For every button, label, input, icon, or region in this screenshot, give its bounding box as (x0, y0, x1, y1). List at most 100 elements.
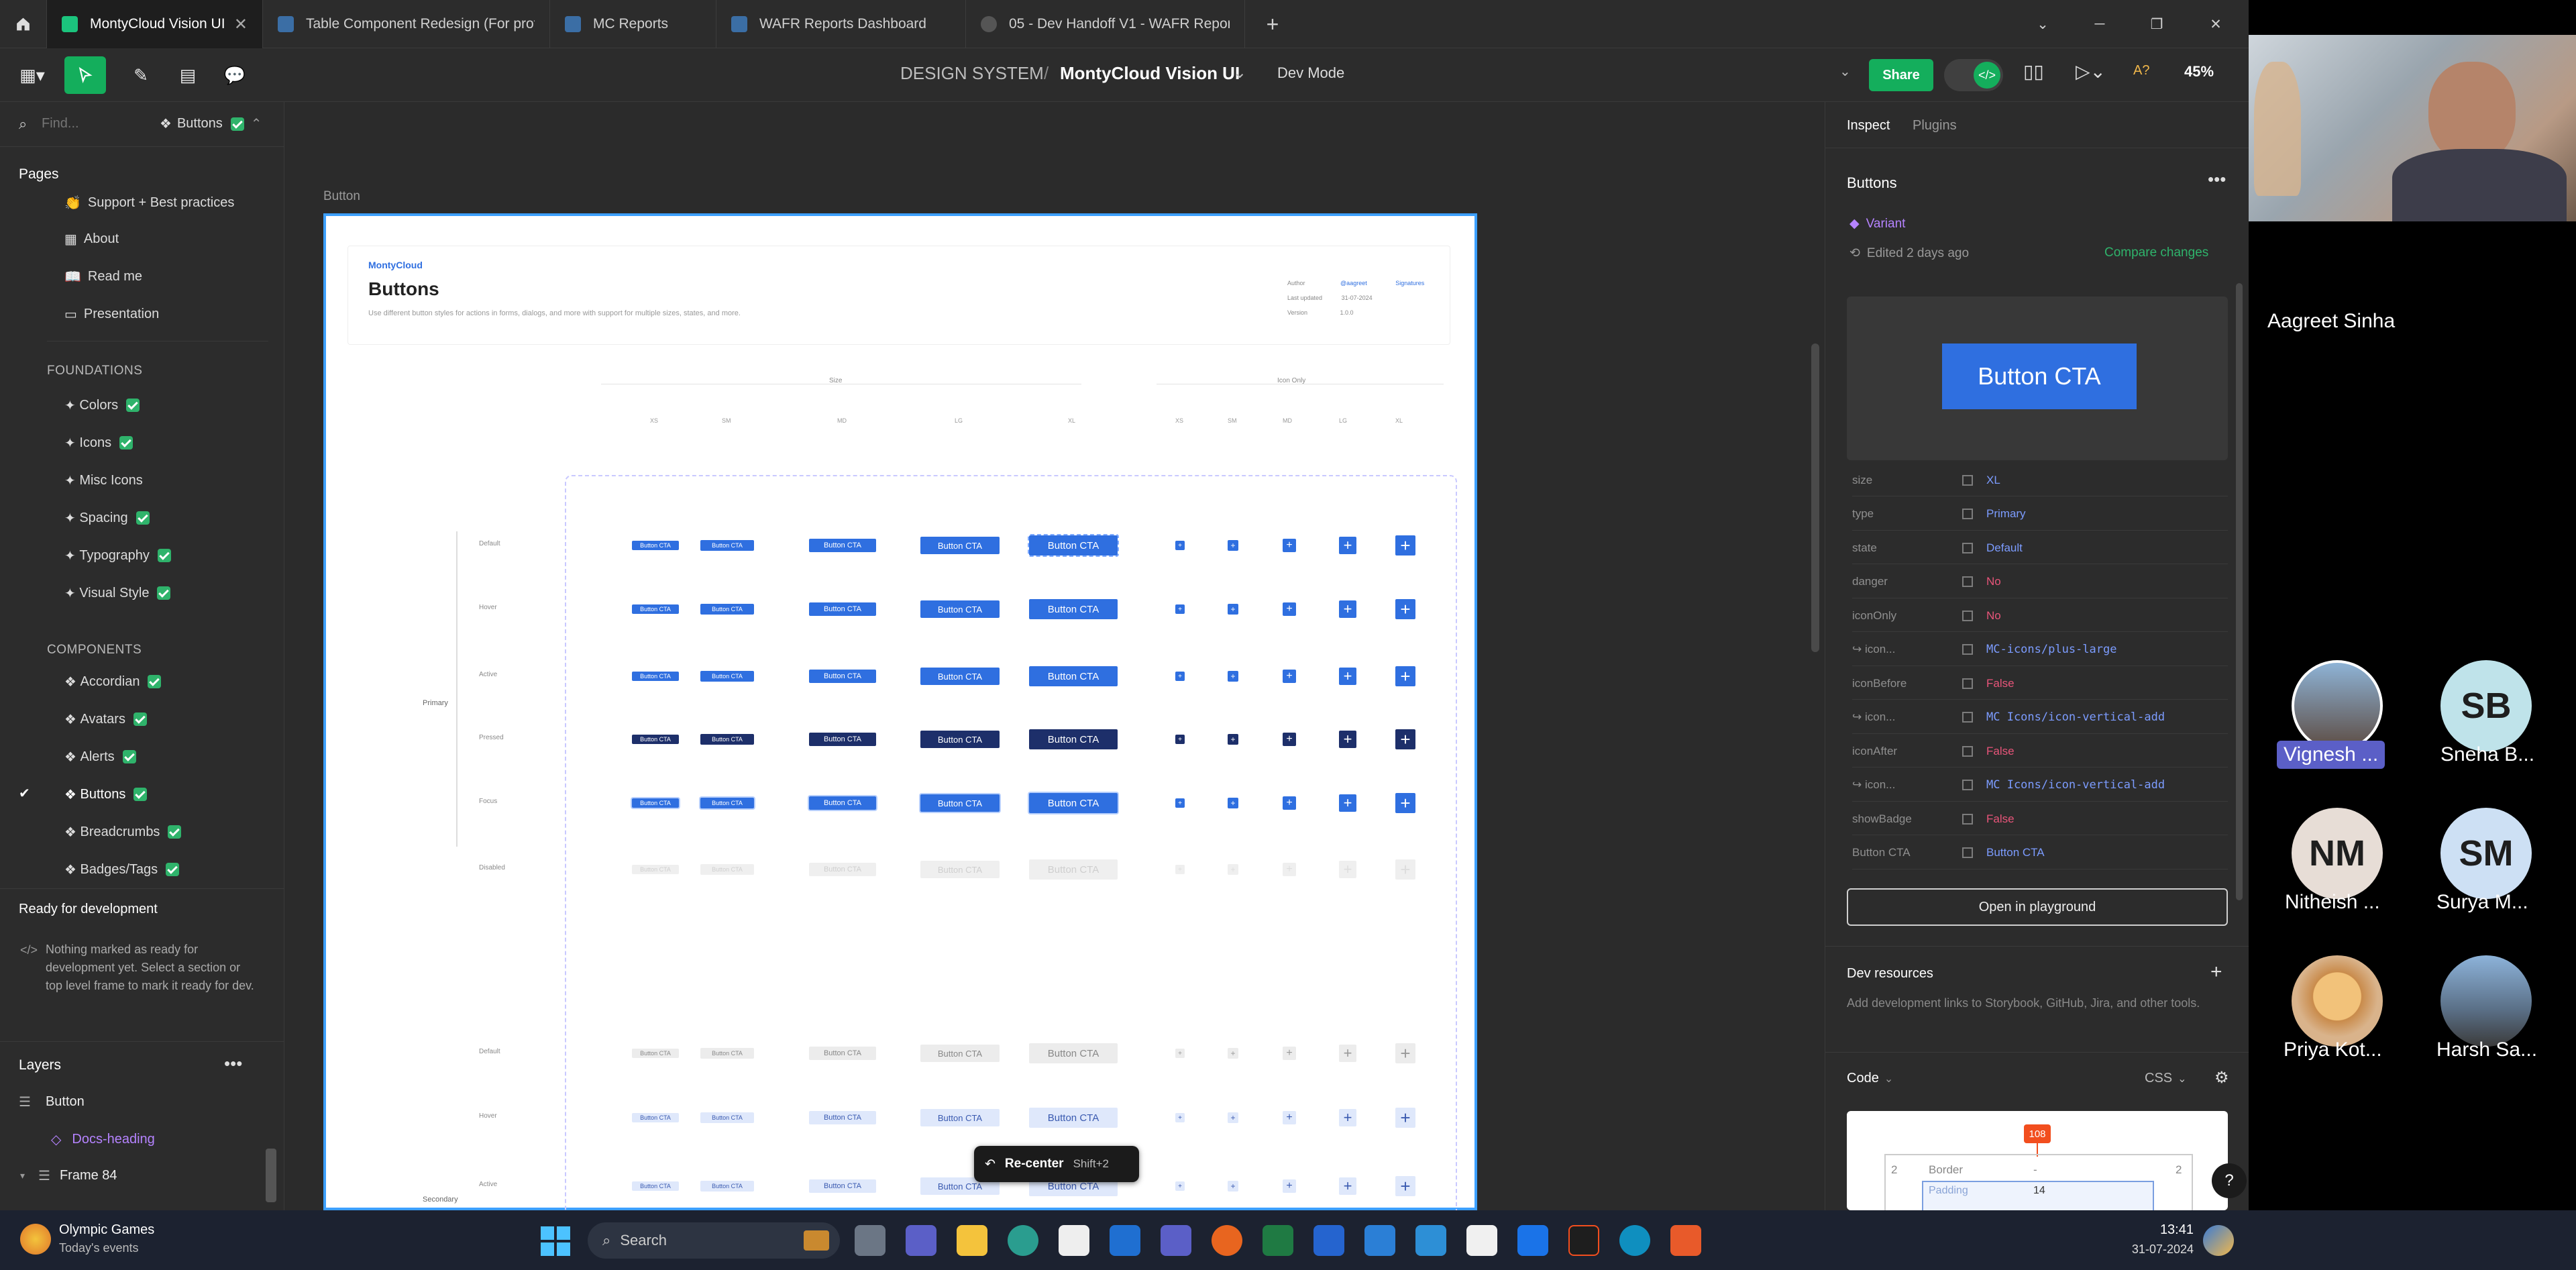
button-primary-hover-sm[interactable]: Button CTA (700, 604, 754, 615)
button-secondary-default-sm[interactable]: Button CTA (700, 1048, 754, 1059)
button-primary-active-xl[interactable]: Button CTA (1029, 666, 1118, 686)
property-row[interactable]: state Default (1852, 532, 2228, 564)
plus-icon[interactable]: + (1175, 735, 1185, 744)
button-secondary-active-sm[interactable]: Button CTA (700, 1181, 754, 1192)
comment-icon[interactable]: 💬 (216, 56, 254, 94)
button-secondary-hover-md[interactable]: Button CTA (809, 1111, 876, 1124)
compare-changes-link[interactable]: Compare changes (2104, 246, 2208, 260)
home-tab[interactable] (0, 0, 47, 48)
plus-icon[interactable]: + (1175, 1113, 1185, 1122)
page-item-about[interactable]: ▦ About (64, 225, 119, 252)
button-primary-focus-lg[interactable]: Button CTA (920, 794, 1000, 812)
breadcrumb-root[interactable]: DESIGN SYSTEM (900, 63, 1044, 84)
button-secondary-default-md[interactable]: Button CTA (809, 1047, 876, 1060)
button-secondary-default-xs[interactable]: Button CTA (632, 1049, 679, 1058)
page-item-breadcrumbs[interactable]: ❖ Breadcrumbs (64, 818, 182, 845)
button-primary-hover-xl[interactable]: Button CTA (1029, 599, 1118, 619)
tab-wafr-dashboard[interactable]: WAFR Reports Dashboard (716, 0, 966, 48)
design-canvas[interactable]: Button MontyCloud Buttons Use different … (284, 102, 1825, 1210)
button-primary-active-md[interactable]: Button CTA (809, 670, 876, 683)
news-widget-icon[interactable] (20, 1224, 51, 1255)
plus-icon[interactable]: + (1228, 864, 1238, 875)
button-secondary-hover-xs[interactable]: Button CTA (632, 1113, 679, 1122)
plus-icon[interactable]: + (1283, 863, 1296, 876)
button-secondary-active-md[interactable]: Button CTA (809, 1179, 876, 1193)
move-tool-icon[interactable] (64, 56, 106, 94)
plus-icon[interactable]: + (1339, 668, 1356, 685)
button-secondary-default-xl[interactable]: Button CTA (1029, 1043, 1118, 1063)
plus-icon[interactable]: + (1339, 600, 1356, 618)
task-view-icon[interactable] (855, 1225, 885, 1256)
plus-icon[interactable]: + (1395, 729, 1415, 749)
layer-item-docs-heading[interactable]: ◇ Docs-heading (51, 1131, 155, 1148)
app-icon[interactable] (1415, 1225, 1446, 1256)
plus-icon[interactable]: + (1175, 1181, 1185, 1191)
close-window-icon[interactable]: ✕ (2192, 0, 2239, 48)
plus-icon[interactable]: + (1175, 1049, 1185, 1058)
tab-montycloud-vision-ui[interactable]: MontyCloud Vision UI ✕ (47, 0, 263, 48)
library-icon[interactable]: ▯▯ (2023, 60, 2044, 83)
page-item-colors[interactable]: ✦ Colors (64, 392, 140, 419)
button-primary-pressed-xl[interactable]: Button CTA (1029, 729, 1118, 749)
layers-scrollbar[interactable] (266, 1149, 276, 1202)
plus-icon[interactable]: + (1228, 734, 1238, 745)
notes-icon[interactable] (1517, 1225, 1548, 1256)
button-primary-active-sm[interactable]: Button CTA (700, 671, 754, 682)
tab-dev-handoff[interactable]: 05 - Dev Handoff V1 - WAFR Reports (966, 0, 1245, 48)
button-primary-disabled-sm[interactable]: Button CTA (700, 864, 754, 875)
property-row[interactable]: iconOnly No (1852, 600, 2228, 632)
plus-icon[interactable]: + (1339, 731, 1356, 748)
page-item-support[interactable]: 👏 Support + Best practices (64, 189, 234, 216)
recenter-button[interactable]: ↶ Re-center Shift+2 (974, 1146, 1139, 1182)
plus-icon[interactable]: + (1228, 1181, 1238, 1192)
button-primary-hover-md[interactable]: Button CTA (809, 602, 876, 616)
button-primary-focus-xl[interactable]: Button CTA (1029, 793, 1118, 813)
button-primary-active-xs[interactable]: Button CTA (632, 672, 679, 681)
frame-label[interactable]: Button (323, 189, 360, 204)
plus-icon[interactable]: + (1283, 670, 1296, 683)
button-primary-hover-lg[interactable]: Button CTA (920, 600, 1000, 618)
zoom-level[interactable]: 45% (2184, 63, 2214, 81)
file-name[interactable]: MontyCloud Vision UI (1060, 63, 1240, 84)
plus-icon[interactable]: + (1228, 1112, 1238, 1123)
main-menu-icon[interactable]: ▦▾ (12, 56, 52, 94)
button-primary-default-lg[interactable]: Button CTA (920, 537, 1000, 554)
figma-taskbar-icon[interactable] (1568, 1225, 1599, 1256)
chevron-down-icon[interactable]: ⌄ (1839, 63, 1851, 80)
plus-icon[interactable]: + (1175, 865, 1185, 874)
dev-mode-label[interactable]: Dev Mode (1277, 64, 1344, 82)
plus-icon[interactable]: + (1175, 672, 1185, 681)
plus-icon[interactable]: + (1395, 666, 1415, 686)
plus-icon[interactable]: + (1228, 798, 1238, 808)
add-resource-icon[interactable]: + (2210, 961, 2222, 984)
button-secondary-hover-lg[interactable]: Button CTA (920, 1109, 1000, 1126)
property-row[interactable]: ↪ icon... MC Icons/icon-vertical-add (1852, 770, 2228, 802)
property-row[interactable]: danger No (1852, 566, 2228, 598)
page-item-icons[interactable]: ✦ Icons (64, 429, 133, 456)
plus-icon[interactable]: + (1283, 539, 1296, 552)
plus-icon[interactable]: + (1395, 599, 1415, 619)
tab-mc-reports[interactable]: MC Reports (550, 0, 716, 48)
play-icon[interactable]: ▷⌄ (2076, 60, 2106, 83)
firefox-icon[interactable] (1212, 1225, 1242, 1256)
page-item-typography[interactable]: ✦ Typography (64, 542, 171, 569)
page-item-visual-style[interactable]: ✦ Visual Style (64, 580, 171, 606)
button-primary-pressed-md[interactable]: Button CTA (809, 733, 876, 746)
teams-icon[interactable] (906, 1225, 936, 1256)
plus-icon[interactable]: + (1395, 859, 1415, 880)
page-item-spacing[interactable]: ✦ Spacing (64, 505, 150, 531)
plus-icon[interactable]: + (1175, 604, 1185, 614)
more-options-icon[interactable]: ••• (224, 1053, 242, 1074)
button-primary-focus-sm[interactable]: Button CTA (700, 798, 754, 808)
plus-icon[interactable]: + (1339, 1109, 1356, 1126)
news-title[interactable]: Olympic Games (59, 1222, 154, 1238)
button-secondary-hover-xl[interactable]: Button CTA (1029, 1108, 1118, 1128)
tab-inspect[interactable]: Inspect (1847, 118, 1890, 134)
plus-icon[interactable]: + (1339, 861, 1356, 878)
plus-icon[interactable]: + (1339, 537, 1356, 554)
page-scope-dropdown[interactable]: ❖ Buttons ⌃ (160, 115, 262, 132)
dev-mode-toggle[interactable]: </> (1944, 59, 2003, 91)
chevron-down-icon[interactable]: ⌄ (1233, 63, 1246, 83)
restore-icon[interactable]: ❐ (2133, 0, 2180, 48)
buttons-frame[interactable]: MontyCloud Buttons Use different button … (323, 213, 1477, 1210)
